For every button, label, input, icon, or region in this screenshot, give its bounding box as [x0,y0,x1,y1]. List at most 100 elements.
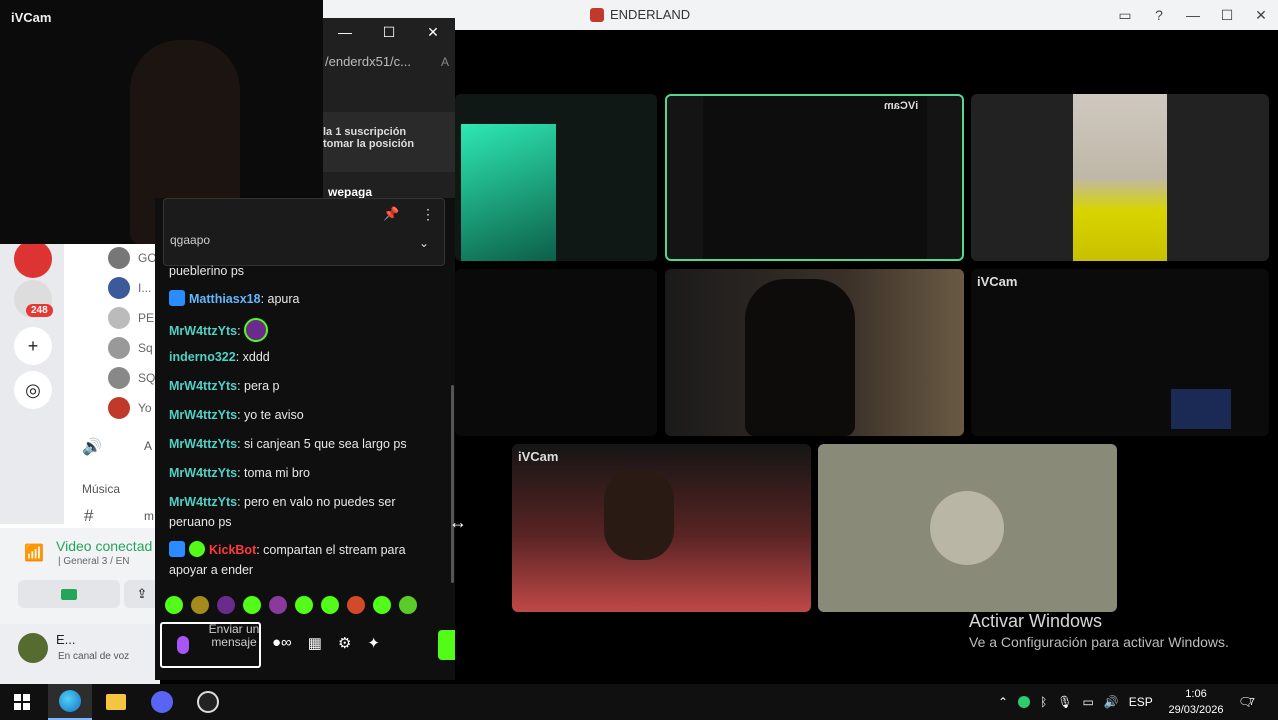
url-bar[interactable]: /enderdx51/c... A [323,50,455,74]
chevron-up-icon[interactable]: ⌃ [998,695,1008,709]
video-tile[interactable] [455,269,657,436]
top-chatter-label: wepaga [328,185,373,199]
video-tile[interactable]: iVCam [971,269,1269,436]
tray-app-icon[interactable] [1018,696,1031,708]
video-tile[interactable]: iVCam [512,444,811,612]
participant-avatar [930,491,1004,565]
chevron-down-icon[interactable]: ⌄ [419,236,429,250]
camera-icon [61,588,77,600]
taskbar-explorer[interactable] [94,684,138,720]
browser-close-button[interactable]: ✕ [411,18,455,46]
sub-line-1: la 1 suscripción [323,126,407,138]
notification-center[interactable]: 🗨 7 [1238,684,1255,720]
browser-minimize-button[interactable]: — [323,18,367,46]
emote-picker-icon[interactable]: ✦ [367,634,380,652]
emote-icon[interactable] [191,596,209,614]
clock[interactable]: 1:06 29/03/2026 [1160,686,1232,718]
windows-icon [14,694,30,710]
video-tile[interactable] [971,94,1269,261]
maximize-button[interactable]: ☐ [1210,0,1244,30]
video-feed [1171,389,1231,429]
chat-message: inderno322: xddd [169,350,270,364]
emote-bar [165,596,417,614]
store-icon[interactable]: ▦ [308,634,322,652]
network-icon[interactable]: ▭ [1083,695,1094,709]
video-tile-avatar[interactable] [818,444,1117,612]
volume-icon[interactable]: 🔊 [1104,695,1119,709]
emote-icon[interactable] [321,596,339,614]
mic-tray-icon[interactable]: 🎙 [1057,695,1072,709]
emote-icon[interactable] [347,596,365,614]
edge-icon [59,690,81,712]
chat-message: MrW4ttzYts: si canjean 5 que sea largo p… [169,437,407,451]
voice-member[interactable]: I... [108,277,151,299]
chat-scrollbar[interactable] [451,385,454,583]
obs-icon [197,691,219,713]
emote-icon[interactable] [243,596,261,614]
voice-member[interactable]: Yo [108,397,152,419]
verified-badge-icon [189,541,205,557]
user-name: E... [56,632,76,647]
tile-label: iVCam [883,100,918,112]
video-tile[interactable] [455,94,657,261]
start-button[interactable] [0,684,44,720]
text-channel-partial[interactable]: m [144,509,154,523]
emote-icon[interactable] [217,596,235,614]
explore-icon[interactable]: ◎ [14,371,52,409]
language-indicator[interactable]: ESP [1129,695,1153,709]
send-button[interactable] [438,630,455,660]
close-button[interactable]: ✕ [1244,0,1278,30]
add-server-icon[interactable]: + [14,327,52,365]
emote-icon[interactable] [165,596,183,614]
inbox-icon[interactable]: ▭ [1108,0,1142,30]
pinned-message[interactable] [163,198,445,266]
chat-message: pueblerino ps [169,264,245,278]
user-avatar[interactable] [18,633,48,663]
microphone-icon[interactable] [177,636,189,654]
settings-icon[interactable]: ⚙ [338,634,351,652]
voice-member[interactable]: PE [108,307,154,329]
resize-cursor-icon: ↔ [449,512,467,532]
speaker-icon: 🔊 [82,439,102,456]
moderator-badge-icon [169,541,185,557]
category-music[interactable]: Música [82,482,120,496]
signal-icon[interactable]: 📶 [24,543,44,563]
minimize-button[interactable]: — [1176,0,1210,30]
emote-icon[interactable] [373,596,391,614]
notification-count: 7 [1249,696,1255,708]
emote-icon[interactable] [269,596,287,614]
video-tile[interactable] [665,269,964,436]
screen-share-icon: ⇪ [136,586,148,601]
chat-message: Matthiasx18: apura [169,289,429,309]
user-status: En canal de voz [58,651,130,662]
voice-member[interactable]: SQ [108,367,155,389]
ivcam-title: iVCam [11,10,52,25]
taskbar-edge[interactable] [48,684,92,720]
avatar [108,307,130,329]
taskbar-discord[interactable] [140,684,184,720]
camera-button[interactable] [18,580,120,608]
url-text: /enderdx51/c... [325,54,411,69]
bluetooth-icon[interactable]: ᛒ [1040,695,1047,709]
video-tile-selected[interactable]: iVCam [665,94,964,261]
help-icon[interactable]: ? [1142,0,1176,30]
folder-icon [106,694,126,710]
app-logo-icon [590,7,604,22]
server-icon[interactable] [14,240,52,278]
video-feed [703,96,927,259]
voice-channel-partial[interactable]: A [144,439,152,453]
voice-member[interactable]: GO [108,247,157,269]
read-aloud-icon[interactable]: A [441,50,449,74]
emote-icon[interactable] [399,596,417,614]
sub-badge-icon [169,290,185,306]
video-feed [461,124,556,261]
more-options-icon[interactable]: ⋮ [421,206,435,223]
browser-maximize-button[interactable]: ☐ [367,18,411,46]
pin-icon[interactable]: 📌 [383,206,399,222]
points-icon[interactable]: ●∞ [272,634,292,652]
window-title-text: ENDERLAND [610,7,691,22]
window-controls: ▭ ? — ☐ ✕ [1108,0,1278,30]
emote-icon[interactable] [295,596,313,614]
taskbar-obs[interactable] [186,684,230,720]
voice-member[interactable]: Sq [108,337,153,359]
